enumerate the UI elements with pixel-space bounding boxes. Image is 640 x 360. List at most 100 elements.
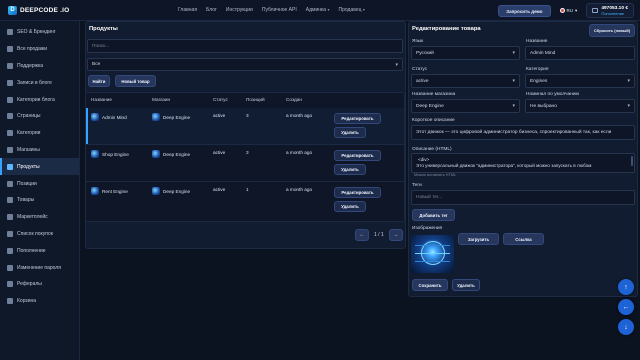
- sidebar-item-label: Позиции: [17, 180, 37, 187]
- edit-button[interactable]: Редактировать: [334, 150, 381, 161]
- logo[interactable]: D DEEPCODE .IO: [0, 5, 80, 15]
- balance-widget[interactable]: 497053.10 € Пополнение: [586, 3, 634, 18]
- status-cell: active: [213, 150, 226, 155]
- wallet-icon: [7, 247, 13, 254]
- short-description-input[interactable]: Этот движок — это цифровой администратор…: [411, 125, 635, 140]
- sidebar-item[interactable]: Пополнение: [0, 242, 79, 259]
- support-icon: [7, 62, 13, 69]
- nav-admin-label: Админка: [305, 7, 327, 13]
- html-description-textarea[interactable]: <div> Это универсальный движок "админист…: [411, 153, 635, 173]
- language-code: RU: [566, 8, 574, 13]
- store-cell: Deep Engine: [152, 113, 190, 121]
- users-icon: [7, 281, 13, 288]
- nav-home[interactable]: Главная: [178, 7, 197, 13]
- product-name: Shop Engine: [102, 151, 129, 157]
- chevron-down-icon: ▾: [575, 7, 578, 13]
- store-name: Deep Engine: [163, 188, 191, 194]
- sidebar-item[interactable]: SEO & Брендинг: [0, 24, 79, 41]
- save-button[interactable]: Сохранить: [412, 279, 448, 291]
- brand-name: DEEPCODE .IO: [20, 6, 70, 14]
- product-image-thumbnail[interactable]: [411, 235, 454, 273]
- sidebar-item[interactable]: Рефералы: [0, 276, 79, 293]
- find-button[interactable]: Найти: [88, 75, 110, 87]
- store-select[interactable]: Deep Engine: [411, 99, 520, 113]
- sidebar-item[interactable]: Изменение пароля: [0, 259, 79, 276]
- sidebar-item-label: SEO & Брендинг: [17, 29, 56, 36]
- edit-button[interactable]: Редактировать: [334, 187, 381, 198]
- sidebar-item[interactable]: Записи в блоге: [0, 74, 79, 91]
- back-arrow-icon[interactable]: ←: [618, 299, 634, 315]
- reset-new-button[interactable]: Сбросить (новый): [589, 24, 635, 37]
- delete-button[interactable]: Удалить: [334, 201, 366, 212]
- scroll-down-icon[interactable]: ↓: [618, 319, 634, 335]
- column-header-status: Статус: [213, 97, 228, 102]
- delete-button[interactable]: Удалить: [334, 164, 366, 175]
- product-icon: [91, 150, 99, 158]
- logo-icon: D: [8, 5, 17, 15]
- positions-cell: 1: [246, 187, 249, 192]
- language-select[interactable]: Русский: [411, 46, 520, 60]
- sidebar-item[interactable]: Позиции: [0, 175, 79, 192]
- created-cell: a month ago: [286, 187, 313, 192]
- checklist-icon: [7, 230, 13, 237]
- sidebar-item[interactable]: Категории блога: [0, 91, 79, 108]
- status-select[interactable]: active: [411, 74, 520, 88]
- sidebar-item[interactable]: Маркетплейс: [0, 209, 79, 226]
- created-cell: a month ago: [286, 150, 313, 155]
- store-icon: [152, 150, 160, 158]
- html-line: Это универсальный движок "администратора…: [416, 163, 592, 168]
- nav-admin[interactable]: Админка ▾: [306, 7, 330, 13]
- edit-button[interactable]: Редактировать: [334, 113, 381, 124]
- sidebar-item[interactable]: Все продажи: [0, 41, 79, 58]
- sidebar-item[interactable]: Поддержка: [0, 58, 79, 75]
- nominal-label: Номинал по умолчанию: [526, 92, 580, 97]
- sidebar-item[interactable]: Категории: [0, 125, 79, 142]
- new-product-button[interactable]: Новый товар: [115, 75, 156, 87]
- sidebar-item-label: Изменение пароля: [17, 264, 61, 271]
- request-demo-button[interactable]: Запросить демо: [498, 4, 551, 17]
- sidebar-item-label: Категории: [17, 130, 41, 137]
- sidebar-item[interactable]: Товары: [0, 192, 79, 209]
- sidebar-item[interactable]: Страницы: [0, 108, 79, 125]
- name-label: Название: [526, 39, 548, 44]
- language-label: Язык: [412, 39, 424, 44]
- megaphone-icon: [7, 29, 13, 36]
- status-cell: active: [213, 187, 226, 192]
- sidebar-item[interactable]: Корзина: [0, 293, 79, 310]
- add-tag-button[interactable]: Добавить тег: [412, 209, 455, 221]
- scroll-up-icon[interactable]: ↑: [618, 279, 634, 295]
- column-header-store: Магазин: [152, 97, 171, 102]
- category-select[interactable]: Engines: [525, 74, 635, 88]
- created-cell: a month ago: [286, 113, 313, 118]
- nav-public-api[interactable]: Публичное API: [262, 7, 297, 13]
- nominal-select[interactable]: Не выбрано: [525, 99, 635, 113]
- nav-blog[interactable]: Блог: [206, 7, 217, 13]
- nav-seller[interactable]: Продавец ▾: [338, 7, 364, 13]
- sidebar: SEO & Брендинг Все продажи Поддержка Записи…: [0, 21, 80, 360]
- products-search-input[interactable]: Поиск...: [87, 39, 403, 53]
- delete-button[interactable]: Удалить: [334, 127, 366, 138]
- store-name: Deep Engine: [163, 151, 191, 157]
- upload-button[interactable]: Загрузить: [458, 233, 499, 245]
- next-page-button[interactable]: →: [388, 229, 403, 241]
- sidebar-item[interactable]: Список покупок: [0, 226, 79, 243]
- name-input[interactable]: Admin Mind: [525, 46, 635, 60]
- link-button[interactable]: Ссылка: [503, 233, 544, 245]
- replenish-link[interactable]: Пополнение: [601, 11, 628, 16]
- delete-product-button[interactable]: Удалить: [452, 279, 480, 291]
- store-icon: [152, 113, 160, 121]
- scrollbar[interactable]: [631, 156, 633, 166]
- products-filter-select[interactable]: Все: [87, 58, 403, 71]
- product-name-cell: Shop Engine: [91, 150, 129, 158]
- category-label: Категория: [526, 67, 549, 72]
- flag-icon: [559, 8, 565, 13]
- sidebar-item[interactable]: Магазины: [0, 142, 79, 159]
- top-nav: Главная Блог Инструкции Публичное API Ад…: [178, 7, 365, 13]
- images-label: Изображения: [412, 226, 443, 231]
- sidebar-item[interactable]: Продукты: [0, 158, 79, 176]
- language-switcher[interactable]: RU ▾: [556, 8, 582, 14]
- prev-page-button[interactable]: ←: [355, 229, 369, 241]
- sidebar-item-label: Рефералы: [17, 281, 42, 288]
- nav-instructions[interactable]: Инструкции: [226, 7, 253, 13]
- tag-input[interactable]: Новый тег...: [411, 190, 635, 205]
